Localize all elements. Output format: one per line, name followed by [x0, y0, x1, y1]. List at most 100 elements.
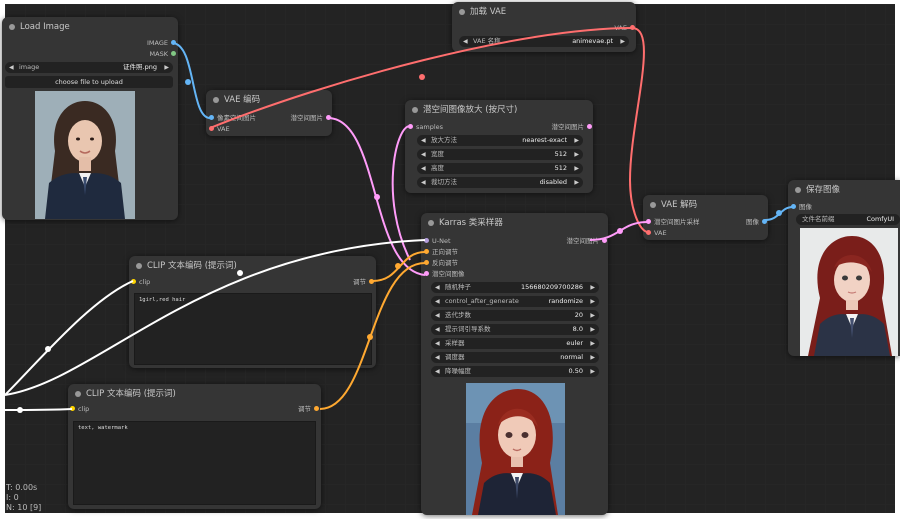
arrow-left-icon[interactable]: ◀	[435, 324, 440, 335]
port-dot-icon[interactable]	[791, 204, 796, 209]
arrow-left-icon[interactable]: ◀	[435, 310, 440, 321]
arrow-right-icon[interactable]: ▶	[590, 338, 595, 349]
arrow-left-icon[interactable]: ◀	[463, 36, 468, 47]
input-images-port[interactable]: 图像	[791, 202, 812, 212]
input-positive-port[interactable]: 正向调节	[424, 247, 458, 257]
crop-widget[interactable]: ◀ 裁切方法 disabled ▶	[417, 177, 583, 188]
arrow-left-icon[interactable]: ◀	[421, 135, 426, 146]
output-image-port[interactable]: 图像	[746, 217, 767, 227]
arrow-right-icon[interactable]: ▶	[590, 352, 595, 363]
collapse-dot-icon[interactable]	[136, 263, 142, 269]
ksampler-node[interactable]: Karras 类采样器 U-Net 正向调节 反向调节 潜空间图像 潜空间图片 …	[421, 213, 608, 515]
port-dot-icon[interactable]	[424, 271, 429, 276]
arrow-left-icon[interactable]: ◀	[421, 149, 426, 160]
node-title[interactable]: CLIP 文本编码 (提示词)	[129, 256, 376, 276]
collapse-dot-icon[interactable]	[9, 24, 15, 30]
arrow-left-icon[interactable]: ◀	[435, 296, 440, 307]
port-dot-icon[interactable]	[314, 406, 319, 411]
output-latent-port[interactable]: 潜空间图片	[567, 236, 607, 246]
port-dot-icon[interactable]	[602, 238, 607, 243]
port-dot-icon[interactable]	[408, 124, 413, 129]
output-latent-port[interactable]: 潜空间图片	[552, 122, 592, 132]
vae-encode-node[interactable]: VAE 编码 像素空间图片 VAE 潜空间图片	[206, 90, 332, 136]
node-title[interactable]: 潜空间图像放大 (按尺寸)	[405, 100, 593, 120]
port-dot-icon[interactable]	[209, 126, 214, 131]
arrow-right-icon[interactable]: ▶	[590, 296, 595, 307]
width-widget[interactable]: ◀ 宽度 512 ▶	[417, 149, 583, 160]
input-samples-port[interactable]: samples	[408, 122, 443, 132]
port-dot-icon[interactable]	[424, 249, 429, 254]
arrow-left-icon[interactable]: ◀	[435, 352, 440, 363]
node-title[interactable]: 加载 VAE	[452, 2, 636, 22]
port-dot-icon[interactable]	[369, 279, 374, 284]
arrow-right-icon[interactable]: ▶	[590, 324, 595, 335]
node-title[interactable]: CLIP 文本编码 (提示词)	[68, 384, 321, 404]
port-dot-icon[interactable]	[171, 40, 176, 45]
arrow-left-icon[interactable]: ◀	[435, 366, 440, 377]
node-title[interactable]: VAE 编码	[206, 90, 332, 110]
arrow-right-icon[interactable]: ▶	[164, 62, 169, 73]
output-mask-port[interactable]: MASK	[150, 49, 176, 59]
vae-loader-node[interactable]: 加载 VAE VAE ◀ VAE 名称 animevae.pt ▶	[452, 2, 636, 52]
node-title[interactable]: 保存图像	[788, 180, 900, 200]
prompt-textarea[interactable]: 1girl,red hair	[134, 293, 372, 365]
port-dot-icon[interactable]	[209, 115, 214, 120]
port-dot-icon[interactable]	[646, 230, 651, 235]
arrow-left-icon[interactable]: ◀	[421, 177, 426, 188]
arrow-right-icon[interactable]: ▶	[620, 36, 625, 47]
input-vae-port[interactable]: VAE	[209, 124, 230, 134]
scheduler-widget[interactable]: ◀ 调度器 normal ▶	[431, 352, 599, 363]
port-dot-icon[interactable]	[171, 51, 176, 56]
filename-prefix-widget[interactable]: 文件名前缀 ComfyUI	[796, 214, 900, 225]
sampler-widget[interactable]: ◀ 采样器 euler ▶	[431, 338, 599, 349]
height-widget[interactable]: ◀ 高度 512 ▶	[417, 163, 583, 174]
node-title[interactable]: VAE 解码	[643, 195, 768, 215]
output-vae-port[interactable]: VAE	[614, 23, 635, 33]
collapse-dot-icon[interactable]	[650, 202, 656, 208]
input-latent-port[interactable]: 潜空间图像	[424, 269, 465, 279]
collapse-dot-icon[interactable]	[213, 97, 219, 103]
input-pixels-port[interactable]: 像素空间图片	[209, 113, 256, 123]
port-dot-icon[interactable]	[630, 25, 635, 30]
arrow-left-icon[interactable]: ◀	[435, 338, 440, 349]
node-title[interactable]: Karras 类采样器	[421, 213, 608, 233]
port-dot-icon[interactable]	[424, 238, 429, 243]
vae-decode-node[interactable]: VAE 解码 潜空间图片采样 VAE 图像	[643, 195, 768, 240]
seed-widget[interactable]: ◀ 随机种子 156680209700286 ▶	[431, 282, 599, 293]
arrow-left-icon[interactable]: ◀	[421, 163, 426, 174]
collapse-dot-icon[interactable]	[428, 220, 434, 226]
input-samples-port[interactable]: 潜空间图片采样	[646, 217, 700, 227]
clip-text-encode-positive-node[interactable]: CLIP 文本编码 (提示词) clip 调节 1girl,red hair	[129, 256, 376, 368]
input-clip-port[interactable]: clip	[70, 404, 89, 414]
port-dot-icon[interactable]	[587, 124, 592, 129]
latent-upscale-node[interactable]: 潜空间图像放大 (按尺寸) samples 潜空间图片 ◀ 放大方法 nearest…	[405, 100, 593, 193]
port-dot-icon[interactable]	[424, 260, 429, 265]
port-dot-icon[interactable]	[646, 219, 651, 224]
output-image-port[interactable]: IMAGE	[147, 38, 176, 48]
vae-name-widget[interactable]: ◀ VAE 名称 animevae.pt ▶	[459, 36, 629, 47]
node-title[interactable]: Load Image	[2, 17, 178, 37]
load-image-node[interactable]: Load Image IMAGE MASK ◀ image 证件照.png ▶ …	[2, 17, 178, 220]
steps-widget[interactable]: ◀ 迭代步数 20 ▶	[431, 310, 599, 321]
control-after-generate-widget[interactable]: ◀ control_after_generate randomize ▶	[431, 296, 599, 307]
port-dot-icon[interactable]	[762, 219, 767, 224]
input-model-port[interactable]: U-Net	[424, 236, 451, 246]
arrow-right-icon[interactable]: ▶	[590, 366, 595, 377]
arrow-left-icon[interactable]: ◀	[9, 62, 14, 73]
collapse-dot-icon[interactable]	[795, 187, 801, 193]
output-conditioning-port[interactable]: 调节	[353, 277, 374, 287]
collapse-dot-icon[interactable]	[412, 107, 418, 113]
input-clip-port[interactable]: clip	[131, 277, 150, 287]
upscale-method-widget[interactable]: ◀ 放大方法 nearest-exact ▶	[417, 135, 583, 146]
output-latent-port[interactable]: 潜空间图片	[291, 113, 331, 123]
cfg-widget[interactable]: ◀ 提示词引导系数 8.0 ▶	[431, 324, 599, 335]
arrow-right-icon[interactable]: ▶	[590, 310, 595, 321]
port-dot-icon[interactable]	[70, 406, 75, 411]
arrow-right-icon[interactable]: ▶	[590, 282, 595, 293]
image-select-widget[interactable]: ◀ image 证件照.png ▶	[5, 62, 173, 73]
arrow-left-icon[interactable]: ◀	[435, 282, 440, 293]
denoise-widget[interactable]: ◀ 降噪幅度 0.50 ▶	[431, 366, 599, 377]
input-vae-port[interactable]: VAE	[646, 228, 667, 238]
collapse-dot-icon[interactable]	[459, 9, 465, 15]
arrow-right-icon[interactable]: ▶	[574, 177, 579, 188]
